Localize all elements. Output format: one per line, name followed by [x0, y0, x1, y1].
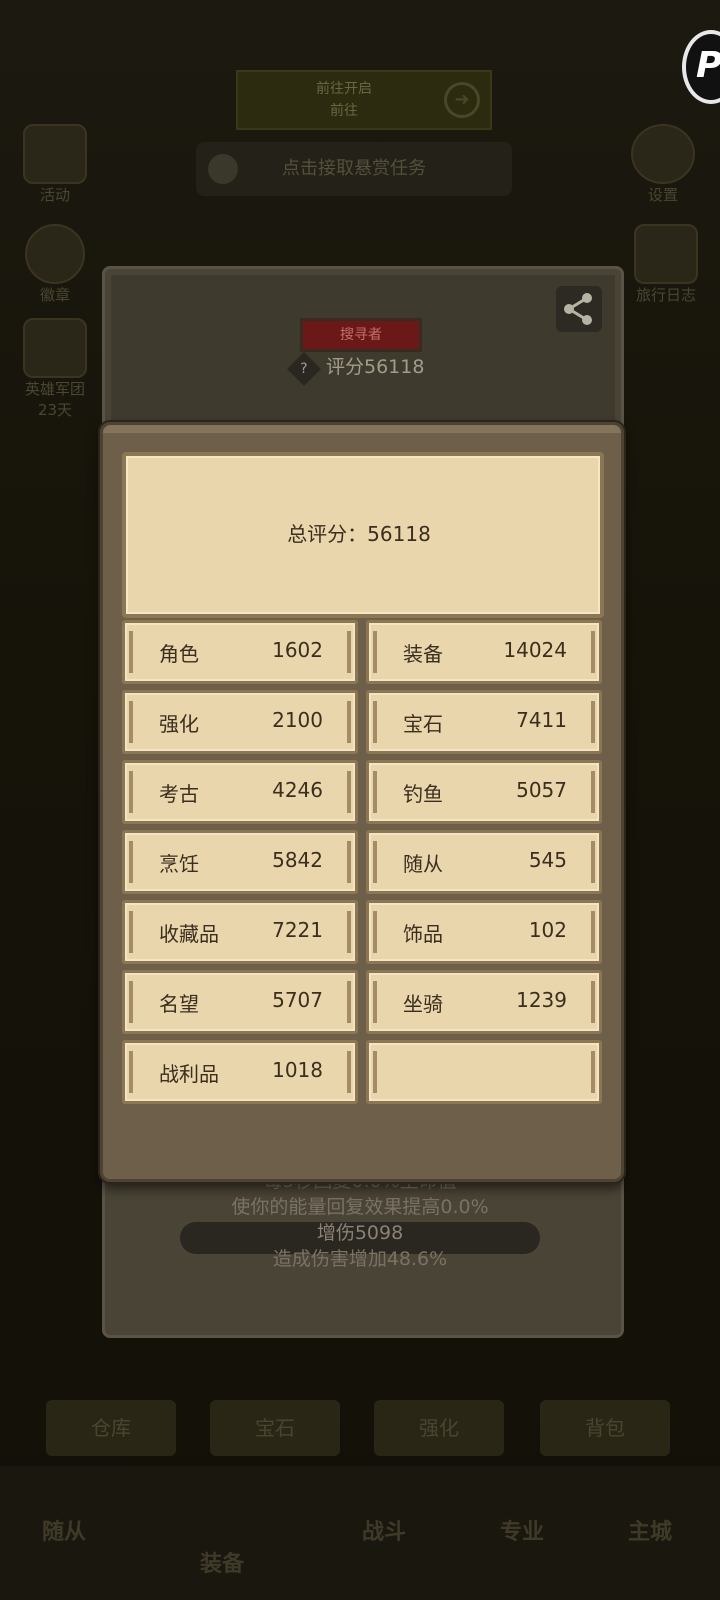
score-cell: 名望 5707 — [122, 970, 358, 1034]
journal-icon — [634, 224, 698, 284]
stat-line: 造成伤害增加48.6% — [272, 1248, 448, 1270]
score-cell-name: 宝石 — [403, 712, 443, 736]
bag-label: 背包 — [585, 1416, 625, 1440]
score-cell: 宝石 7411 — [366, 690, 602, 754]
stat-line: 使你的能量回复效果提高0.0% — [231, 1196, 489, 1218]
top-notice-line1: 前往开启 — [316, 81, 372, 97]
score-cell-name: 装备 — [403, 642, 443, 666]
sidebar-legion-label: 英雄军团 23天 — [24, 380, 85, 419]
sidebar-settings-label: 设置 — [647, 186, 678, 204]
score-cell-name: 随从 — [403, 852, 443, 876]
score-cell: 坐骑 1239 — [366, 970, 602, 1034]
score-cell: 钓鱼 5057 — [366, 760, 602, 824]
score-cell: 考古 4246 — [122, 760, 358, 824]
profile-stats: 每5秒回复0.0%生命值 使你的能量回复效果提高0.0% 增伤5098 造成伤害… — [180, 1168, 540, 1272]
sidebar-badge-button[interactable]: 徽章 — [20, 224, 90, 305]
score-cell-value: 5707 — [272, 988, 323, 1012]
warehouse-button[interactable]: 仓库 — [46, 1400, 176, 1456]
gem-button[interactable]: 宝石 — [210, 1400, 340, 1456]
score-cell-value: 7411 — [516, 708, 567, 732]
score-cell: 收藏品 7221 — [122, 900, 358, 964]
score-cell-name: 收藏品 — [159, 922, 219, 946]
score-cell-name: 烹饪 — [159, 852, 199, 876]
score-cell-name: 角色 — [159, 642, 199, 666]
tab-battle[interactable]: 战斗 — [362, 1514, 406, 1546]
top-notice-banner[interactable]: 前往开启 前往 ➜ — [236, 70, 492, 130]
score-cell — [366, 1040, 602, 1104]
profile-score-label: 评分56118 — [326, 356, 425, 378]
score-cell-name: 名望 — [159, 992, 199, 1016]
enhance-label: 强化 — [419, 1416, 459, 1440]
sidebar-event-button[interactable]: 活动 — [20, 124, 90, 205]
share-button[interactable] — [556, 286, 602, 332]
sidebar-journal-label: 旅行日志 — [635, 286, 696, 304]
score-cell-value: 102 — [528, 918, 567, 942]
score-cell-value: 2100 — [272, 708, 323, 732]
tab-city[interactable]: 主城 — [628, 1514, 672, 1546]
score-cell: 烹饪 5842 — [122, 830, 358, 894]
gear-icon — [631, 124, 695, 184]
bottom-tab-bar: 随从 装备 战斗 专业 主城 — [0, 1466, 720, 1600]
sidebar-journal-button[interactable]: 旅行日志 — [626, 224, 706, 305]
badge-icon — [25, 224, 85, 284]
score-cell-name: 饰品 — [403, 922, 443, 946]
score-cell-name: 坐骑 — [403, 992, 443, 1016]
event-icon — [23, 124, 87, 184]
warehouse-label: 仓库 — [91, 1416, 131, 1440]
score-cell-value: 4246 — [272, 778, 323, 802]
bounty-task-label: 点击接取悬赏任务 — [282, 158, 426, 179]
score-cell-name: 强化 — [159, 712, 199, 736]
sidebar-badge-label: 徽章 — [39, 286, 70, 304]
score-cell: 随从 545 — [366, 830, 602, 894]
bounty-icon — [208, 154, 238, 184]
stat-pill-text: 增伤5098 — [316, 1222, 404, 1244]
legion-icon — [23, 318, 87, 378]
score-cell: 角色 1602 — [122, 620, 358, 684]
tab-follower[interactable]: 随从 — [42, 1514, 86, 1546]
score-cell-name: 钓鱼 — [403, 782, 443, 806]
score-cell-value: 5057 — [516, 778, 567, 802]
help-icon[interactable]: ? — [287, 352, 321, 386]
role-tag: 搜寻者 — [300, 318, 422, 352]
sidebar-legion-button[interactable]: 英雄军团 23天 — [10, 318, 100, 420]
score-cell-value: 14024 — [503, 638, 567, 662]
gem-label: 宝石 — [255, 1416, 295, 1440]
arrow-right-icon[interactable]: ➜ — [444, 82, 480, 118]
score-cell-name: 战利品 — [159, 1062, 219, 1086]
score-cell: 战利品 1018 — [122, 1040, 358, 1104]
bounty-task-button[interactable]: 点击接取悬赏任务 — [196, 142, 512, 196]
share-icon — [564, 293, 592, 325]
total-score-label: 总评分：56118 — [287, 522, 431, 546]
score-cell: 装备 14024 — [366, 620, 602, 684]
score-cell-value: 1018 — [272, 1058, 323, 1082]
tab-profession[interactable]: 专业 — [500, 1514, 544, 1546]
score-cell-value: 7221 — [272, 918, 323, 942]
score-cell-value: 1239 — [516, 988, 567, 1012]
score-cell-value: 5842 — [272, 848, 323, 872]
modal-top-edge — [103, 425, 621, 433]
profile-score[interactable]: ? 评分56118 — [287, 352, 472, 386]
sidebar-event-label: 活动 — [39, 186, 70, 204]
score-cell: 强化 2100 — [122, 690, 358, 754]
score-cell-value: 545 — [528, 848, 567, 872]
bag-button[interactable]: 背包 — [540, 1400, 670, 1456]
sidebar-settings-button[interactable]: 设置 — [628, 124, 698, 205]
score-cell-name: 考古 — [159, 782, 199, 806]
tab-equipment[interactable]: 装备 — [200, 1546, 244, 1578]
top-notice-line2: 前往 — [330, 103, 358, 119]
score-cell-value: 1602 — [272, 638, 323, 662]
score-cell: 饰品 102 — [366, 900, 602, 964]
enhance-button[interactable]: 强化 — [374, 1400, 504, 1456]
